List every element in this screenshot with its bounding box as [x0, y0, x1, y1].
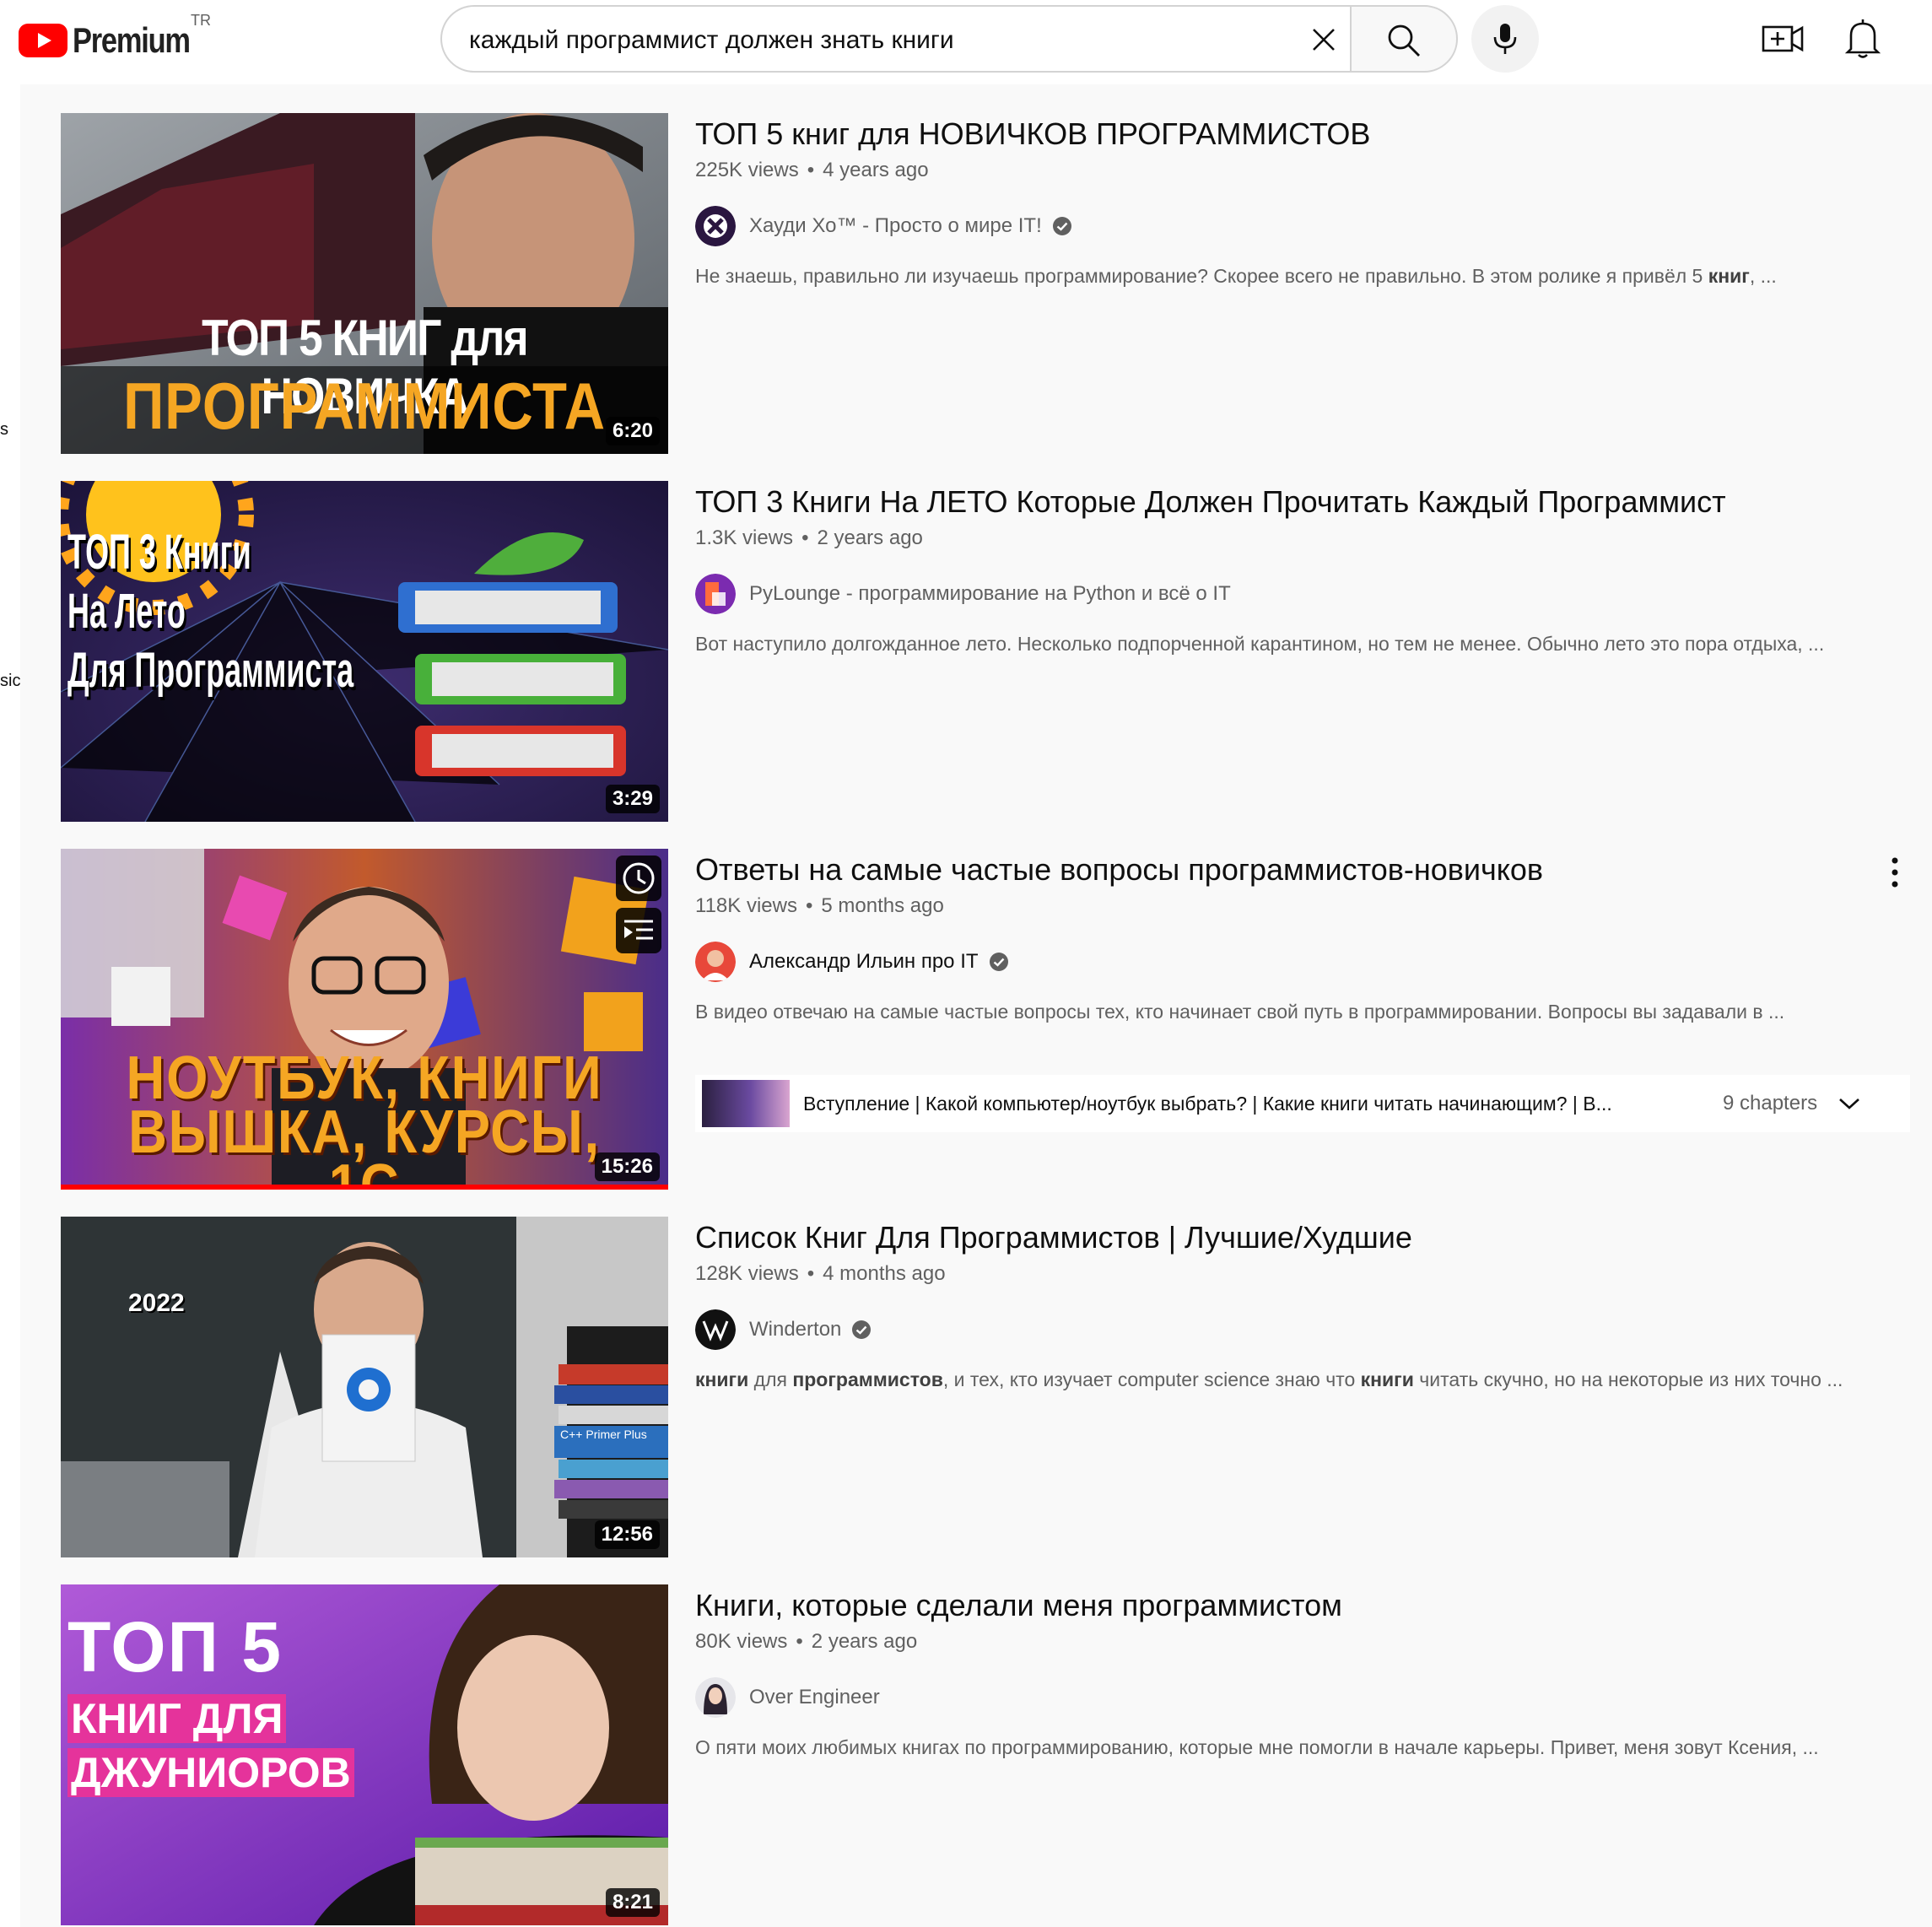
upload-age: 2 years ago — [811, 1630, 918, 1653]
search-results: ТОП 5 КНИГ для НОВИЧКА ПРОГРАММИСТА 6:20… — [20, 84, 1932, 1927]
video-result[interactable]: ТОП 5 КНИГ для НОВИЧКА ПРОГРАММИСТА 6:20… — [61, 113, 1917, 454]
clear-icon[interactable] — [1306, 22, 1341, 57]
chapter-thumbnail — [702, 1080, 790, 1127]
thumbnail-image — [61, 1217, 668, 1557]
add-to-queue-icon — [624, 920, 653, 940]
video-thumbnail[interactable]: ТОП 5 КНИГ ДЛЯ ДЖУНИОРОВ 8:21 — [61, 1584, 668, 1925]
video-title[interactable]: Ответы на самые частые вопросы программи… — [695, 852, 1543, 888]
chevron-down-icon[interactable] — [1838, 1095, 1861, 1112]
verified-icon — [989, 953, 1008, 971]
chapter-count: 9 chapters — [1723, 1092, 1818, 1115]
view-count: 80K views — [695, 1630, 788, 1653]
video-title[interactable]: ТОП 3 Книги На ЛЕТО Которые Должен Прочи… — [695, 484, 1726, 520]
channel-name[interactable]: Over Engineer — [749, 1686, 880, 1709]
voice-search-button[interactable] — [1471, 5, 1539, 73]
video-meta: 128K views • 4 months ago — [695, 1262, 946, 1286]
youtube-premium-logo[interactable]: Premium — [19, 19, 215, 62]
channel-link[interactable]: Winderton — [695, 1309, 872, 1350]
video-thumbnail[interactable]: ТОП 5 КНИГ для НОВИЧКА ПРОГРАММИСТА 6:20 — [61, 113, 668, 454]
video-meta: 1.3K views • 2 years ago — [695, 526, 923, 550]
video-description: книги для программистов, и тех, кто изуч… — [695, 1368, 1843, 1390]
youtube-logo-icon — [19, 24, 67, 57]
channel-link[interactable]: Over Engineer — [695, 1677, 880, 1718]
search-button[interactable] — [1350, 5, 1458, 73]
video-meta: 118K views • 5 months ago — [695, 894, 944, 918]
create-icon[interactable] — [1762, 20, 1804, 57]
channel-link[interactable]: Александр Ильин про IT — [695, 942, 1009, 982]
channel-avatar[interactable] — [695, 1309, 736, 1350]
thumbnail-text: ПРОГРАММИСТА — [123, 369, 606, 443]
upload-age: 4 years ago — [823, 159, 929, 181]
video-title[interactable]: Список Книг Для Программистов | Лучшие/Х… — [695, 1220, 1412, 1255]
view-count: 118K views — [695, 894, 797, 917]
watch-later-icon — [623, 862, 655, 894]
logo-text: Premium — [73, 20, 191, 60]
thumbnail-text: НОУТБУК, КНИГИ ВЫШКА, КУРСЫ, 1С — [126, 1044, 603, 1190]
view-count: 1.3K views — [695, 526, 794, 549]
region-code: TR — [191, 12, 211, 29]
thumbnail-text: 2022 — [128, 1289, 185, 1317]
add-to-queue-button[interactable] — [616, 908, 661, 953]
thumbnail-text: C++ Primer Plus — [560, 1428, 647, 1441]
view-count: 128K views — [695, 1262, 799, 1285]
video-thumbnail[interactable]: 2022 C++ Primer Plus 12:56 — [61, 1217, 668, 1557]
top-bar: Premium TR — [0, 0, 1932, 84]
upload-age: 5 months ago — [821, 894, 944, 917]
search-input[interactable] — [467, 22, 1264, 59]
search-icon — [1388, 24, 1420, 57]
video-meta: 80K views • 2 years ago — [695, 1630, 917, 1654]
sidebar-item-fragment[interactable]: sic — [0, 672, 20, 691]
bell-icon[interactable] — [1844, 17, 1881, 59]
video-title[interactable]: ТОП 5 книг для НОВИЧКОВ ПРОГРАММИСТОВ — [695, 116, 1370, 152]
thumbnail-text: ТОП 5 — [67, 1607, 283, 1687]
verified-icon — [1052, 217, 1071, 235]
thumbnail-text: ТОП 3 Книги На Лето Для Программиста — [67, 525, 354, 698]
video-meta: 225K views • 4 years ago — [695, 159, 929, 182]
channel-name[interactable]: Александр Ильин про IT — [749, 950, 979, 974]
video-description: Вот наступило долгожданное лето. Несколь… — [695, 633, 1825, 655]
channel-link[interactable]: PyLounge - программирование на Python и … — [695, 574, 1231, 614]
channel-avatar[interactable] — [695, 1677, 736, 1718]
chapters-bar[interactable]: Вступление | Какой компьютер/ноутбук выб… — [695, 1075, 1910, 1132]
video-duration: 12:56 — [594, 1520, 660, 1549]
watch-later-button[interactable] — [616, 856, 661, 901]
video-result[interactable]: ТОП 5 КНИГ ДЛЯ ДЖУНИОРОВ 8:21 Книги, кот… — [61, 1584, 1917, 1925]
video-duration: 6:20 — [605, 417, 660, 445]
video-duration: 8:21 — [605, 1888, 660, 1917]
chapter-titles: Вступление | Какой компьютер/ноутбук выб… — [803, 1092, 1612, 1115]
channel-link[interactable]: Хауди Хо™ - Просто о мире IT! — [695, 206, 1072, 246]
upload-age: 2 years ago — [817, 526, 923, 549]
mic-icon — [1493, 24, 1517, 54]
video-title[interactable]: Книги, которые сделали меня программисто… — [695, 1588, 1342, 1623]
channel-name[interactable]: Winderton — [749, 1318, 841, 1341]
meta-separator: • — [807, 159, 815, 181]
channel-name[interactable]: PyLounge - программирование на Python и … — [749, 582, 1231, 606]
video-result[interactable]: НОУТБУК, КНИГИ ВЫШКА, КУРСЫ, 1С 15:26 От… — [61, 849, 1917, 1190]
thumbnail-text: КНИГ ДЛЯ ДЖУНИОРОВ — [67, 1694, 354, 1797]
video-description: В видео отвечаю на самые частые вопросы … — [695, 1001, 1785, 1023]
watch-progress-bar — [61, 1185, 668, 1190]
channel-avatar[interactable] — [695, 942, 736, 982]
video-duration: 3:29 — [605, 785, 660, 813]
search-box — [440, 5, 1350, 73]
video-description: Не знаешь, правильно ли изучаешь програм… — [695, 265, 1777, 287]
view-count: 225K views — [695, 159, 799, 181]
video-description: О пяти моих любимых книгах по программир… — [695, 1736, 1819, 1758]
more-icon[interactable] — [1883, 856, 1907, 889]
meta-separator: • — [796, 1630, 803, 1653]
sidebar-item-fragment[interactable]: s — [0, 420, 8, 440]
video-result[interactable]: 2022 C++ Primer Plus 12:56 Список Книг Д… — [61, 1217, 1917, 1557]
meta-separator: • — [805, 894, 813, 917]
verified-icon — [852, 1320, 872, 1339]
channel-avatar[interactable] — [695, 206, 736, 246]
video-result[interactable]: ТОП 3 Книги На Лето Для Программиста 3:2… — [61, 481, 1917, 822]
video-duration: 15:26 — [594, 1152, 660, 1181]
video-thumbnail[interactable]: НОУТБУК, КНИГИ ВЫШКА, КУРСЫ, 1С 15:26 — [61, 849, 668, 1190]
channel-avatar[interactable] — [695, 574, 736, 614]
channel-name[interactable]: Хауди Хо™ - Просто о мире IT! — [749, 214, 1042, 238]
meta-separator: • — [801, 526, 809, 549]
upload-age: 4 months ago — [823, 1262, 946, 1285]
meta-separator: • — [807, 1262, 815, 1285]
video-thumbnail[interactable]: ТОП 3 Книги На Лето Для Программиста 3:2… — [61, 481, 668, 822]
